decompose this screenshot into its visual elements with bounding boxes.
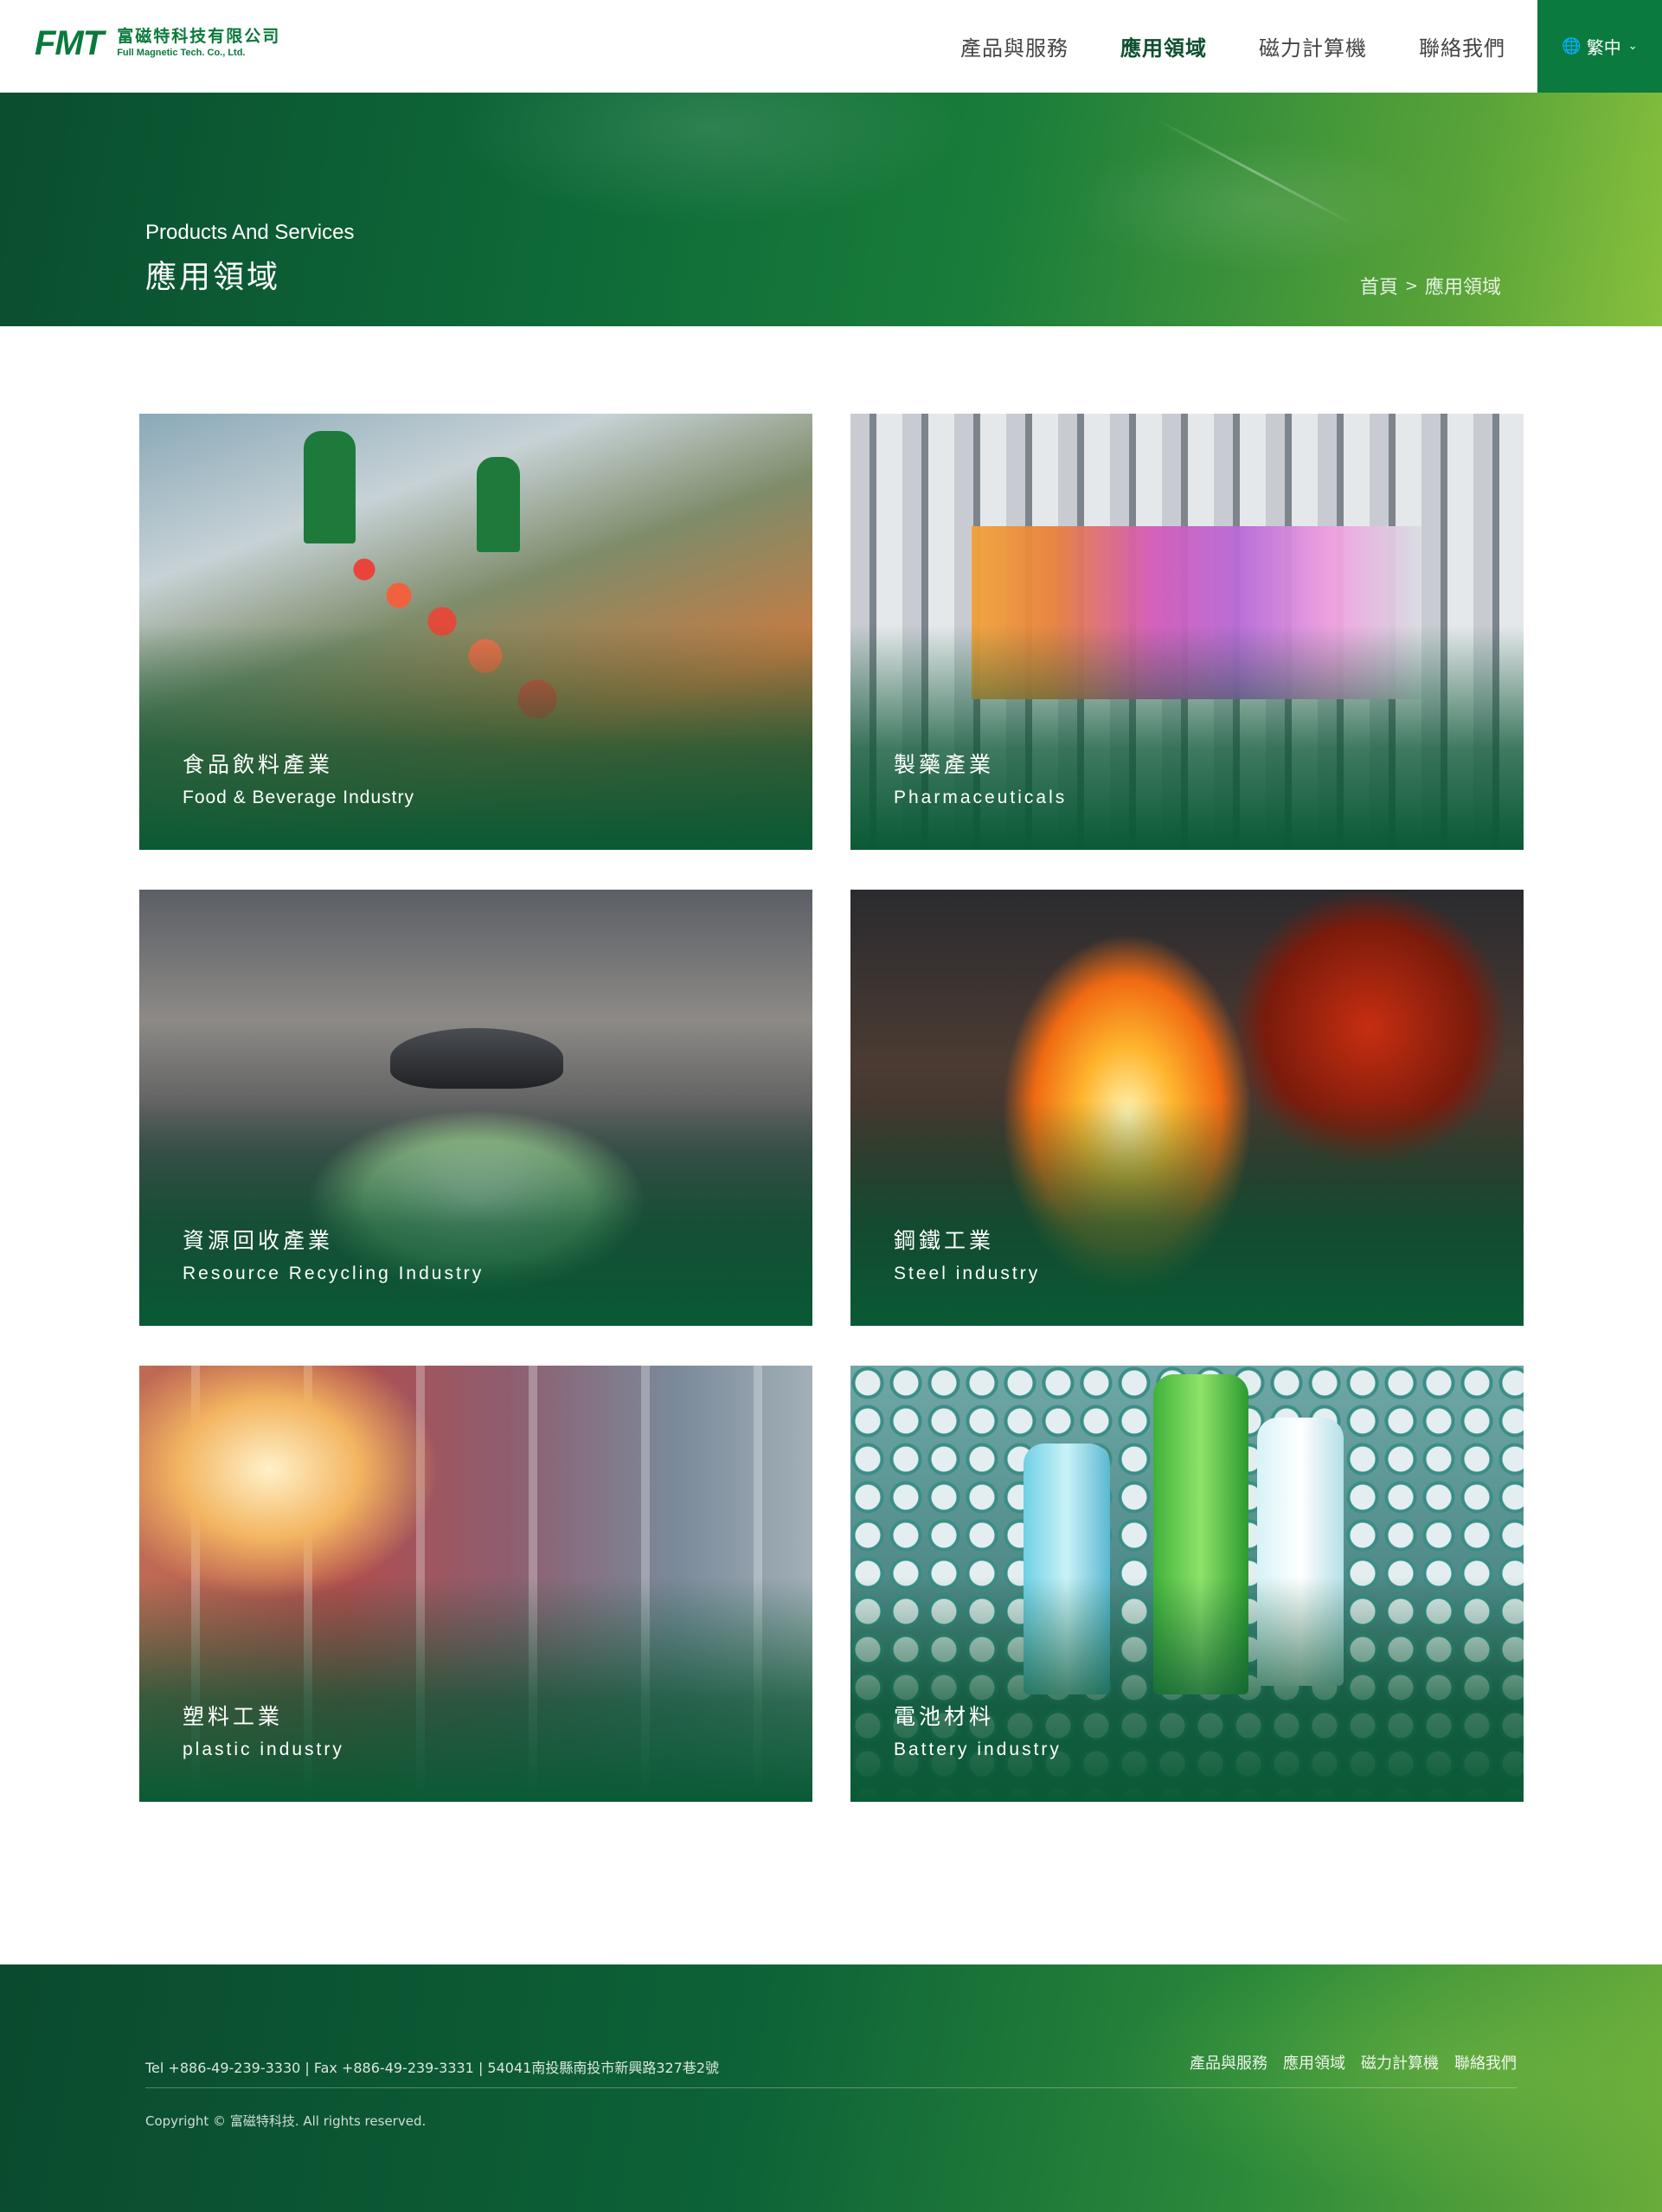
worker-figure bbox=[477, 457, 520, 552]
nav-item-contact[interactable]: 聯絡我們 bbox=[1419, 31, 1505, 61]
industry-title-zh: 食品飲料產業 bbox=[183, 752, 334, 777]
worker-figure bbox=[304, 431, 356, 543]
logo-mark: FMT bbox=[35, 24, 104, 62]
industry-title-en: Battery industry bbox=[894, 1739, 1062, 1759]
card-overlay bbox=[139, 1577, 812, 1802]
language-selector[interactable]: 🌐 繁中 ⌄ bbox=[1537, 0, 1662, 93]
nav-item-calculator[interactable]: 磁力計算機 bbox=[1259, 31, 1367, 61]
industry-card-plastic[interactable]: 塑料工業 plastic industry bbox=[139, 1366, 812, 1802]
industry-title-zh: 資源回收產業 bbox=[183, 1228, 334, 1253]
industry-title-en: Steel industry bbox=[894, 1264, 1041, 1283]
industry-title-zh: 鋼鐵工業 bbox=[894, 1228, 995, 1253]
chevron-down-icon: ⌄ bbox=[1627, 40, 1638, 53]
nav-item-applications[interactable]: 應用領域 bbox=[1120, 31, 1207, 61]
industry-title-en: plastic industry bbox=[183, 1739, 344, 1759]
footer-contact-info: Tel +886-49-239-3330 | Fax +886-49-239-3… bbox=[145, 2060, 720, 2076]
industry-title-en: Pharmaceuticals bbox=[894, 788, 1068, 807]
industry-title-en: Resource Recycling Industry bbox=[183, 1264, 484, 1283]
industry-title-zh: 塑料工業 bbox=[183, 1704, 284, 1729]
page-banner: Products And Services 應用領域 首頁 > 應用領域 bbox=[0, 93, 1662, 326]
footer-link-calculator[interactable]: 磁力計算機 bbox=[1361, 2051, 1439, 2074]
card-overlay bbox=[850, 1101, 1524, 1326]
footer-link-contact[interactable]: 聯絡我們 bbox=[1454, 2051, 1517, 2074]
banner-decoration bbox=[1154, 118, 1355, 226]
industry-card-recycling[interactable]: 資源回收產業 Resource Recycling Industry bbox=[139, 890, 812, 1326]
footer-link-products[interactable]: 產品與服務 bbox=[1190, 2051, 1267, 2074]
nav-item-products[interactable]: 產品與服務 bbox=[960, 31, 1068, 61]
site-header: FMT 富磁特科技有限公司 Full Magnetic Tech. Co., L… bbox=[0, 0, 1662, 93]
breadcrumb: 首頁 > 應用領域 bbox=[1360, 272, 1501, 299]
card-overlay bbox=[850, 1577, 1524, 1802]
footer-nav: 產品與服務 應用領域 磁力計算機 聯絡我們 bbox=[1190, 2051, 1517, 2074]
card-overlay bbox=[850, 625, 1524, 850]
industry-card-steel[interactable]: 鋼鐵工業 Steel industry bbox=[850, 890, 1524, 1326]
industry-card-pharma[interactable]: 製藥產業 Pharmaceuticals bbox=[850, 414, 1524, 850]
industry-card-battery[interactable]: 電池材料 Battery industry bbox=[850, 1366, 1524, 1802]
lifting-magnet-image bbox=[390, 1028, 563, 1089]
footer-divider bbox=[145, 2087, 1517, 2088]
page-title: 應用領域 bbox=[145, 260, 281, 295]
breadcrumb-current: 應用領域 bbox=[1424, 277, 1501, 299]
industry-card-food[interactable]: 食品飲料產業 Food & Beverage Industry bbox=[139, 414, 812, 850]
globe-icon: 🌐 bbox=[1562, 37, 1582, 55]
card-overlay bbox=[139, 1101, 812, 1326]
language-label: 繁中 bbox=[1586, 37, 1621, 58]
logo-text: 富磁特科技有限公司 Full Magnetic Tech. Co., Ltd. bbox=[117, 29, 280, 58]
industry-title-zh: 電池材料 bbox=[894, 1704, 995, 1729]
copyright: Copyright © 富磁特科技. All rights reserved. bbox=[145, 2113, 427, 2129]
industry-title-en: Food & Beverage Industry bbox=[183, 788, 414, 807]
breadcrumb-separator: > bbox=[1404, 276, 1418, 295]
logo-company-zh: 富磁特科技有限公司 bbox=[117, 27, 281, 46]
footer-link-applications[interactable]: 應用領域 bbox=[1283, 2051, 1345, 2074]
banner-subtitle: Products And Services bbox=[145, 221, 355, 244]
industry-title-zh: 製藥產業 bbox=[894, 752, 995, 777]
card-overlay bbox=[139, 625, 812, 850]
logo-company-en: Full Magnetic Tech. Co., Ltd. bbox=[117, 48, 246, 58]
logo[interactable]: FMT 富磁特科技有限公司 Full Magnetic Tech. Co., L… bbox=[35, 26, 280, 61]
site-footer: Tel +886-49-239-3330 | Fax +886-49-239-3… bbox=[0, 1964, 1662, 2212]
breadcrumb-home[interactable]: 首頁 bbox=[1360, 272, 1398, 299]
main-nav: 產品與服務 應用領域 磁力計算機 聯絡我們 bbox=[960, 0, 1557, 93]
